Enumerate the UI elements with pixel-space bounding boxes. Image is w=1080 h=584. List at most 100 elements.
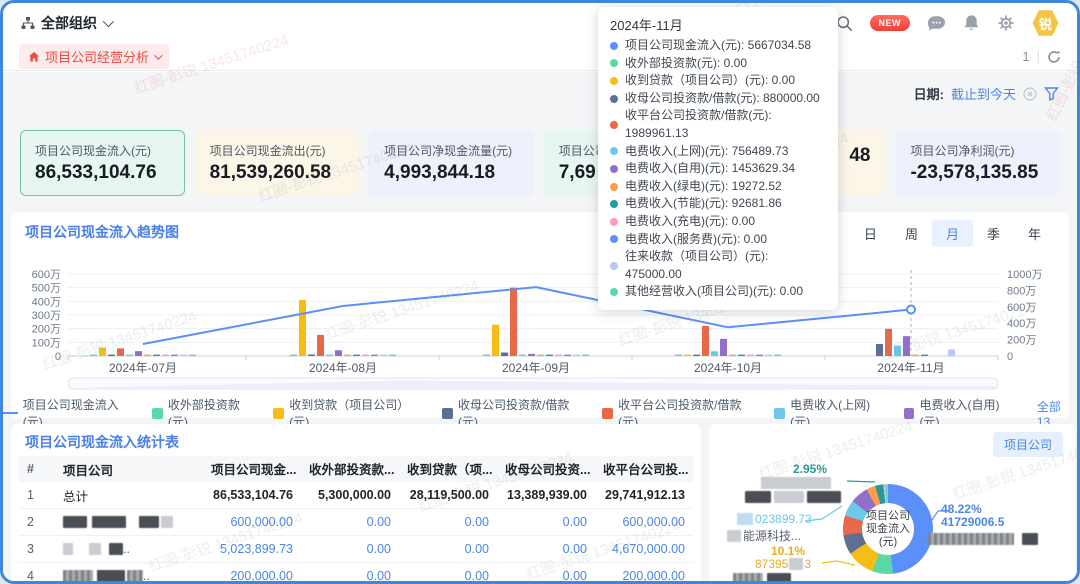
tooltip-item: 往来收款（项目公司）(元): 475000.00	[610, 248, 826, 283]
period-月[interactable]: 月	[932, 220, 973, 247]
table-header-cell[interactable]: 收母公司投资...	[497, 459, 595, 479]
kpi-card[interactable]: 项目公司净现金流量(元)4,993,844.18	[369, 130, 534, 196]
cell-value: 29,741,912.13	[595, 488, 693, 502]
table-row[interactable]: 3..5,023,899.730.000.000.004,670,000.00	[19, 536, 693, 563]
svg-text:0: 0	[1007, 351, 1013, 363]
table-row[interactable]: 2600,000.000.000.000.00600,000.00	[19, 509, 693, 536]
legend-marker	[273, 408, 284, 419]
svg-text:1000万: 1000万	[1007, 269, 1042, 281]
tooltip-item: 收到贷款（项目公司）(元): 0.00	[610, 72, 826, 90]
cell-value: 0.00	[399, 569, 497, 583]
clear-filter-icon[interactable]	[1023, 87, 1037, 101]
cell-value: 4,670,000.00	[595, 542, 693, 556]
date-filter: 日期: 截止到今天	[914, 84, 1059, 103]
cell-value: 0.00	[301, 569, 399, 583]
table-header-cell[interactable]: 项目公司现金...	[203, 459, 301, 479]
search-icon[interactable]	[836, 15, 853, 32]
kpi-label: 项目公司现金流入(元)	[35, 142, 170, 159]
period-季[interactable]: 季	[973, 220, 1014, 247]
series-dot	[610, 147, 618, 155]
table-header-cell[interactable]: 收平台公司投...	[595, 459, 693, 479]
series-dot	[610, 288, 618, 296]
donut-label-blue-pct: 48.22%	[941, 502, 982, 516]
donut-chart[interactable]: 项目公司现金流入(元)	[843, 484, 933, 574]
tooltip-item: 电费收入(节能)(元): 92681.86	[610, 195, 826, 213]
donut-label-teal-pct: 2.95%	[793, 462, 827, 476]
period-selector: 日周月季年	[850, 220, 1055, 247]
tooltip-title: 2024年-11月	[610, 15, 826, 34]
kpi-card[interactable]: 项目公司现金流出(元) 81,539,260.58	[195, 130, 360, 196]
new-badge[interactable]: NEW	[870, 15, 911, 31]
svg-text:2024年-09月: 2024年-09月	[502, 361, 570, 375]
period-日[interactable]: 日	[850, 220, 891, 247]
cell-value: 0.00	[399, 515, 497, 529]
legend-marker	[442, 408, 453, 419]
kpi-card[interactable]: 项目公司现金流入(元) 86,533,104.76	[20, 130, 185, 196]
org-selector[interactable]: 全部组织	[21, 13, 111, 33]
series-dot	[610, 165, 618, 173]
divider: |	[1037, 49, 1040, 64]
gear-icon[interactable]	[997, 14, 1015, 32]
table-header-cell[interactable]: 收到贷款（项...	[399, 459, 497, 479]
avatar[interactable]: 锐	[1032, 10, 1059, 37]
message-icon[interactable]	[927, 15, 946, 32]
kpi-label: 项目公司净利润(元)	[910, 142, 1045, 159]
cell-value: 600,000.00	[203, 515, 301, 529]
kpi-label: 项目公司现金流出(元)	[210, 142, 345, 159]
table-title: 项目公司现金流入统计表	[25, 432, 179, 452]
tab-project-analysis[interactable]: 项目公司经营分析	[19, 44, 169, 69]
table-header-row: #项目公司项目公司现金... 收外部投资款... 收到贷款（项... 收母公司投…	[19, 456, 693, 482]
svg-text:200万: 200万	[32, 324, 61, 336]
kpi-value: 81,539,260.58	[210, 162, 345, 184]
trend-chart[interactable]: 600万500万400万300万200万100万01000万800万600万40…	[3, 259, 1080, 393]
series-dot	[610, 121, 618, 129]
series-dot	[610, 77, 618, 85]
kpi-value: 86,533,104.76	[35, 162, 170, 184]
cell-value: 5,300,000.00	[301, 488, 399, 502]
table-header-cell[interactable]: 收外部投资款...	[301, 459, 399, 479]
svg-text:600万: 600万	[1007, 302, 1036, 314]
date-filter-value[interactable]: 截止到今天	[951, 84, 1016, 103]
bell-icon[interactable]	[963, 14, 980, 32]
svg-text:2024年-10月: 2024年-10月	[694, 361, 762, 375]
tab-label: 项目公司经营分析	[45, 47, 149, 66]
legend-marker	[3, 412, 18, 415]
period-年[interactable]: 年	[1014, 220, 1055, 247]
period-周[interactable]: 周	[891, 220, 932, 247]
svg-text:300万: 300万	[32, 310, 61, 322]
cell-value: 0.00	[301, 515, 399, 529]
svg-text:2024年-11月: 2024年-11月	[877, 361, 944, 375]
cell-value: 0.00	[399, 542, 497, 556]
donut-label-blue-value: 41729006.5	[941, 515, 1004, 529]
tab-bar: 项目公司经营分析 1 |	[3, 43, 1077, 71]
table-row[interactable]: 4..200,000.000.000.000.00200,000.00	[19, 563, 693, 584]
row-index: 2	[19, 515, 55, 529]
table-row[interactable]: 1总计86,533,104.765,300,000.0028,119,500.0…	[19, 482, 693, 509]
cell-value: 5,023,899.73	[203, 542, 301, 556]
filter-funnel-icon[interactable]	[1044, 86, 1059, 101]
content-area: 日期: 截止到今天 项目公司现金流入(元)86,533,104.76项目公司现金…	[3, 72, 1077, 581]
cash-inflow-table: #项目公司项目公司现金... 收外部投资款... 收到贷款（项... 收母公司投…	[19, 456, 693, 584]
table-header-cell: #	[19, 462, 55, 476]
tooltip-item: 电费收入(服务费)(元): 0.00	[610, 231, 826, 249]
donut-center-label: 项目公司现金流入(元)	[862, 503, 914, 555]
cell-value: 0.00	[497, 542, 595, 556]
donut-label-name-redacted	[745, 490, 841, 504]
donut-label-name-redacted	[928, 532, 1038, 546]
kpi-card[interactable]: 项目公司净利润(元)-23,578,135.85	[895, 130, 1060, 196]
company-name: ..	[55, 542, 203, 556]
svg-text:600万: 600万	[32, 269, 61, 281]
svg-text:100万: 100万	[32, 337, 61, 349]
org-tree-icon	[21, 16, 35, 30]
company-name: 总计	[55, 486, 203, 505]
donut-label-lightblue-name: 能源科技...	[727, 527, 801, 544]
cell-value: 28,119,500.00	[399, 488, 497, 502]
refresh-icon[interactable]	[1047, 50, 1061, 64]
legend-marker	[774, 408, 785, 419]
tooltip-item: 电费收入(绿电)(元): 19272.52	[610, 178, 826, 196]
chevron-down-icon	[154, 51, 162, 59]
tooltip-item: 收外部投资款(元): 0.00	[610, 55, 826, 73]
cell-value: 0.00	[497, 569, 595, 583]
svg-text:500万: 500万	[32, 283, 61, 295]
series-dot	[610, 235, 618, 243]
